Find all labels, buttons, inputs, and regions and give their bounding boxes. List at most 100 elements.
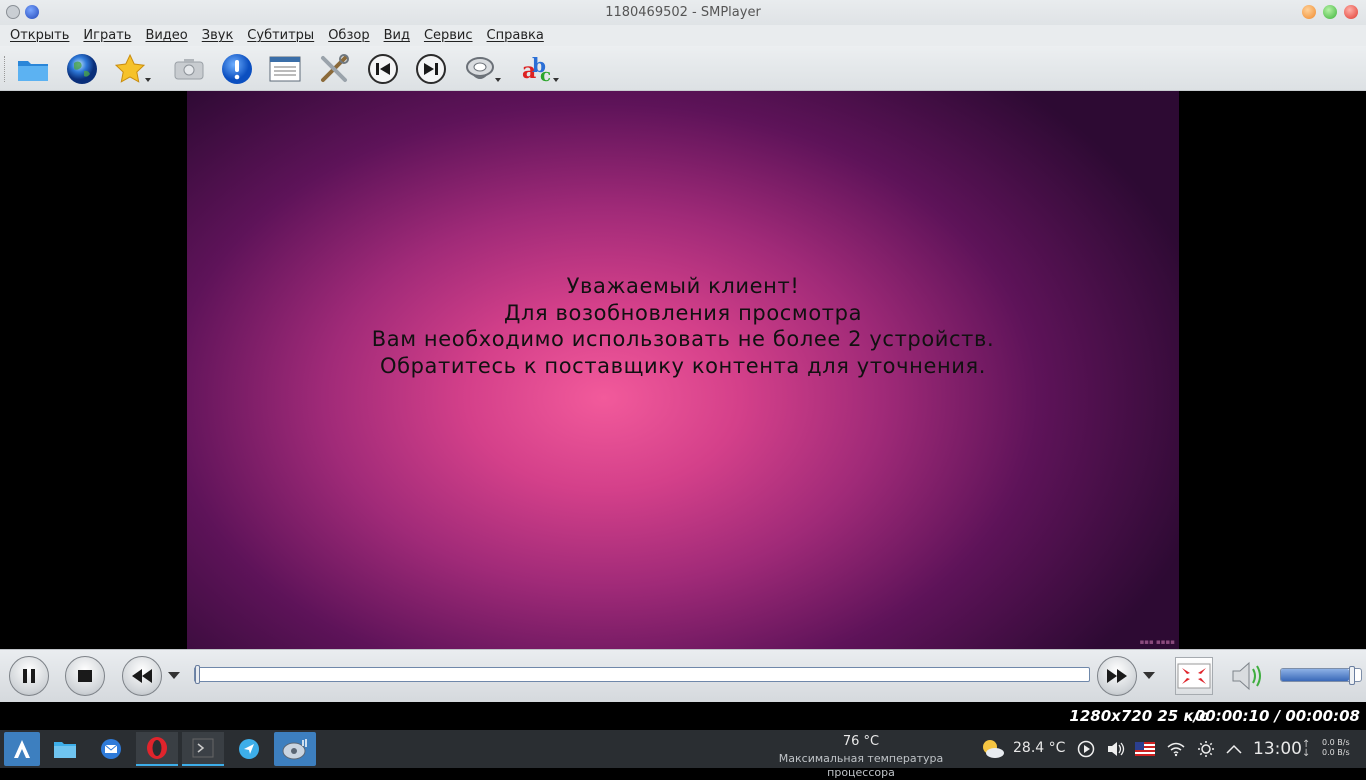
menu-help[interactable]: Справка bbox=[480, 28, 551, 43]
taskbar: 76 °C Максимальная температура процессор… bbox=[0, 730, 1366, 779]
title-bar: 1180469502 - SMPlayer bbox=[0, 0, 1366, 25]
seek-bar-handle[interactable] bbox=[195, 665, 200, 684]
menu-bar: Открыть Играть Видео Звук Субтитры Обзор… bbox=[0, 25, 1366, 46]
volume-slider[interactable] bbox=[1280, 666, 1362, 685]
cpu-temperature-widget[interactable]: 76 °C Максимальная температура процессор… bbox=[752, 735, 970, 780]
next-icon bbox=[416, 54, 446, 84]
fullscreen-button[interactable] bbox=[1175, 657, 1213, 695]
taskbar-smplayer[interactable] bbox=[274, 732, 316, 766]
next-button[interactable] bbox=[412, 50, 450, 88]
cpu-temperature-label: Максимальная температура процессора bbox=[778, 752, 944, 779]
fullscreen-icon bbox=[1177, 663, 1211, 689]
playlist-icon bbox=[269, 56, 301, 82]
brightness-icon[interactable] bbox=[1196, 739, 1216, 759]
video-watermark: ▪▪▪ ▪▪▪▪ bbox=[1139, 638, 1175, 646]
mail-client-icon bbox=[101, 739, 121, 759]
status-bar: 1280x720 25 к/с 00:00:10 / 00:00:08 bbox=[0, 702, 1366, 730]
stop-button[interactable] bbox=[65, 656, 105, 696]
rewind-dropdown-icon[interactable] bbox=[168, 672, 180, 679]
maximize-button[interactable] bbox=[1323, 5, 1337, 19]
tray-expand-arrow-icon[interactable] bbox=[1224, 739, 1244, 759]
favorites-star-icon bbox=[114, 53, 146, 83]
media-player-tray-icon[interactable] bbox=[1076, 739, 1096, 759]
clock[interactable]: 13:00 bbox=[1253, 739, 1302, 759]
fast-forward-dropdown-icon[interactable] bbox=[1143, 672, 1155, 679]
smplayer-icon bbox=[282, 739, 307, 760]
audio-track-icon bbox=[466, 57, 494, 79]
menu-browse[interactable]: Обзор bbox=[321, 28, 376, 43]
pause-icon bbox=[23, 669, 35, 683]
stop-icon bbox=[78, 670, 92, 682]
window-title: 1180469502 - SMPlayer bbox=[605, 5, 761, 20]
pause-button[interactable] bbox=[9, 656, 49, 696]
weather-temperature[interactable]: 28.4 °C bbox=[1013, 740, 1065, 756]
mute-button[interactable] bbox=[1229, 658, 1269, 694]
launcher-icon bbox=[14, 740, 30, 758]
opera-browser-icon bbox=[147, 737, 167, 759]
preferences-tools-icon bbox=[321, 54, 349, 82]
menu-video[interactable]: Видео bbox=[138, 28, 194, 43]
network-speed-monitor[interactable]: 0.0 B/s 0.0 B/s bbox=[1322, 738, 1350, 758]
control-bar bbox=[0, 649, 1366, 702]
video-message-line: Вам необходимо использовать не более 2 у… bbox=[371, 327, 995, 351]
volume-slider-fill bbox=[1281, 669, 1349, 681]
taskbar-file-manager[interactable] bbox=[44, 732, 86, 766]
audio-track-button[interactable] bbox=[461, 50, 501, 88]
volume-slider-handle[interactable] bbox=[1349, 666, 1355, 685]
favorites-dropdown-icon[interactable] bbox=[145, 78, 151, 82]
menu-play[interactable]: Играть bbox=[76, 28, 138, 43]
open-url-button[interactable] bbox=[63, 50, 101, 88]
subtitles-button[interactable]: a b c bbox=[519, 50, 559, 88]
subtitles-icon: a b c bbox=[522, 53, 551, 85]
menu-tools[interactable]: Сервис bbox=[417, 28, 480, 43]
rewind-icon bbox=[132, 669, 152, 683]
close-button[interactable] bbox=[1344, 5, 1358, 19]
subtitles-dropdown-icon[interactable] bbox=[553, 78, 559, 82]
seek-bar[interactable] bbox=[194, 665, 1090, 684]
taskbar-discover[interactable] bbox=[228, 732, 270, 766]
menu-view[interactable]: Вид bbox=[377, 28, 417, 43]
taskbar-opera[interactable] bbox=[136, 732, 178, 766]
taskbar-thunderbird[interactable] bbox=[90, 732, 132, 766]
volume-tray-icon[interactable] bbox=[1106, 739, 1126, 759]
software-center-icon bbox=[239, 739, 259, 759]
network-speed-arrows-icon: ↑ ↓ bbox=[1302, 739, 1311, 759]
globe-icon bbox=[67, 54, 97, 84]
previous-icon bbox=[368, 54, 398, 84]
video-message-line: Для возобновления просмотра bbox=[503, 300, 863, 325]
fast-forward-button[interactable] bbox=[1097, 656, 1137, 696]
video-frame[interactable]: Уважаемый клиент! Для возобновления прос… bbox=[187, 91, 1179, 649]
rewind-button[interactable] bbox=[122, 656, 162, 696]
screenshot-camera-icon bbox=[174, 59, 204, 80]
info-icon bbox=[222, 54, 252, 84]
network-download-speed: 0.0 B/s bbox=[1322, 748, 1350, 757]
network-wifi-icon[interactable] bbox=[1166, 739, 1186, 759]
video-message-line: Обратитесь к поставщику контента для уто… bbox=[379, 353, 987, 378]
minimize-button[interactable] bbox=[1302, 5, 1316, 19]
keyboard-layout-flag-icon[interactable] bbox=[1135, 739, 1155, 759]
menu-subtitles[interactable]: Субтитры bbox=[240, 28, 321, 43]
time-position-label: 00:00:10 / 00:00:08 bbox=[1194, 707, 1360, 725]
video-area[interactable]: Уважаемый клиент! Для возобновления прос… bbox=[0, 91, 1366, 649]
folder-icon bbox=[18, 61, 48, 81]
svg-text:c: c bbox=[540, 65, 551, 85]
toolbar: a b c bbox=[0, 46, 1366, 91]
info-button[interactable] bbox=[218, 50, 256, 88]
taskbar-terminal[interactable] bbox=[182, 732, 224, 766]
audio-track-dropdown-icon[interactable] bbox=[495, 78, 501, 82]
terminal-icon bbox=[192, 738, 214, 758]
menu-open[interactable]: Открыть bbox=[3, 28, 76, 43]
menu-audio[interactable]: Звук bbox=[195, 28, 241, 43]
playlist-button[interactable] bbox=[266, 50, 304, 88]
screenshot-button[interactable] bbox=[170, 50, 208, 88]
weather-icon[interactable] bbox=[980, 739, 1006, 759]
previous-button[interactable] bbox=[364, 50, 402, 88]
preferences-button[interactable] bbox=[315, 50, 353, 88]
open-file-button[interactable] bbox=[14, 50, 52, 88]
toolbar-grip[interactable] bbox=[4, 56, 7, 82]
network-upload-speed: 0.0 B/s bbox=[1322, 738, 1350, 747]
app-launcher-button[interactable] bbox=[4, 732, 40, 766]
favorites-button[interactable] bbox=[111, 50, 151, 88]
video-message: Уважаемый клиент! Для возобновления прос… bbox=[187, 273, 1179, 379]
app-menu-icon[interactable] bbox=[6, 5, 20, 19]
